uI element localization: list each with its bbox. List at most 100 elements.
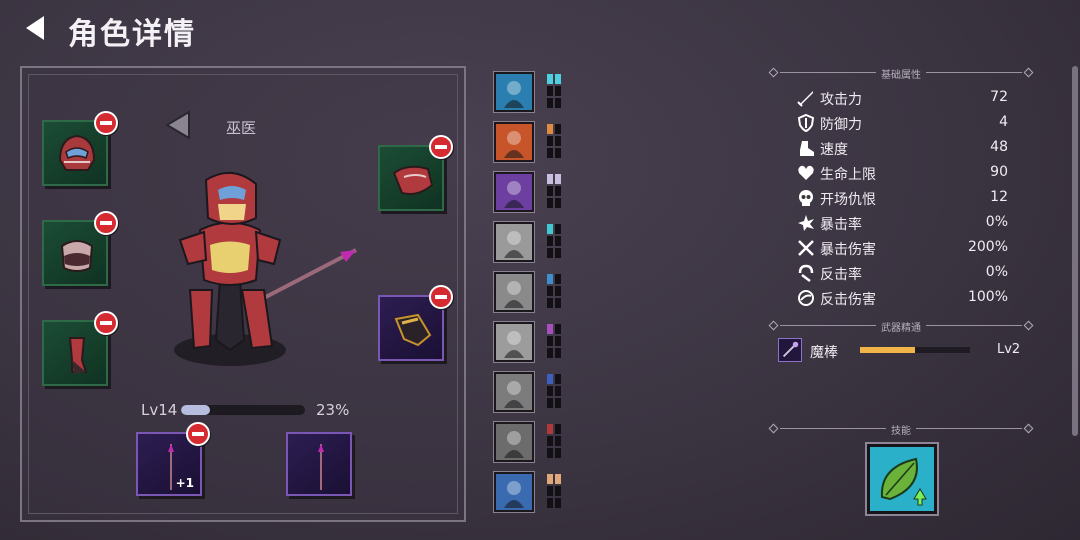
- leaf-upgrade-skill-icon[interactable]: [867, 444, 937, 514]
- mastery-section-header: 武器精通: [768, 319, 1034, 334]
- stat-value: 48: [990, 139, 1008, 155]
- skill-pip: [547, 498, 553, 508]
- stat-row: 暴击伤害 200%: [796, 237, 1010, 259]
- helmet-icon: [58, 134, 96, 171]
- remove-weapon-button[interactable]: [186, 422, 210, 446]
- xp-bar: [181, 405, 305, 415]
- skill-pip: [555, 224, 561, 234]
- skill-pip: [555, 236, 561, 246]
- class-name: 巫医: [226, 119, 257, 137]
- mastery-progress-bar: [860, 347, 970, 353]
- stat-value: 200%: [967, 239, 1008, 255]
- stat-name: 暴击伤害: [820, 242, 876, 258]
- mastery-progress-fill: [860, 347, 915, 353]
- shadow-dash-skill-icon[interactable]: [494, 222, 534, 262]
- skill-pip: [555, 486, 561, 496]
- skill-pips: [547, 324, 563, 360]
- skill-pip: [547, 486, 553, 496]
- mastery-section-title: 武器精通: [881, 323, 921, 334]
- skills-section-header: 技能: [768, 422, 1034, 437]
- beast-roar-skill-icon[interactable]: [494, 272, 534, 312]
- stat-row: 速度 48: [796, 137, 1010, 159]
- skill-pip: [547, 348, 553, 358]
- skill-pip: [555, 124, 561, 134]
- skill-pip: [547, 274, 553, 284]
- remove-shoulder-button[interactable]: [429, 135, 453, 159]
- purple-slash-skill-icon[interactable]: [494, 172, 534, 212]
- stat-name: 反击伤害: [820, 292, 876, 308]
- skill-pip: [555, 348, 561, 358]
- skill-pip: [555, 186, 561, 196]
- skill-pip: [555, 198, 561, 208]
- level-label: Lv14: [141, 401, 178, 419]
- skill-pip: [547, 98, 553, 108]
- stat-name: 暴击率: [820, 217, 862, 233]
- hooded-figure-skill-icon[interactable]: [494, 372, 534, 412]
- skill-pip: [555, 74, 561, 84]
- counter-icon: [798, 264, 814, 282]
- skill-pips: [547, 274, 563, 310]
- skill-pip: [555, 324, 561, 334]
- wand-icon: [778, 338, 802, 362]
- skill-pip: [555, 274, 561, 284]
- remove-helmet-button[interactable]: [94, 111, 118, 135]
- warrior-skill-icon[interactable]: [494, 72, 534, 112]
- remove-legs-button[interactable]: [94, 311, 118, 335]
- skill-pip: [547, 436, 553, 446]
- skill-pip: [547, 336, 553, 346]
- skill-pip: [555, 136, 561, 146]
- left-triangle-icon: [165, 110, 190, 140]
- stone-face-skill-icon[interactable]: [494, 322, 534, 362]
- shoulder-armor-icon: [392, 165, 434, 195]
- skill-pip: [547, 398, 553, 408]
- skill-pip: [555, 386, 561, 396]
- skill-pip: [547, 174, 553, 184]
- enhance-level: +1: [175, 476, 194, 490]
- remove-gloves-button[interactable]: [429, 285, 453, 309]
- stat-row: 生命上限 90: [796, 162, 1010, 184]
- skill-pips: [547, 174, 563, 210]
- fire-sword-skill-icon[interactable]: [494, 122, 534, 162]
- previous-class-button[interactable]: [165, 110, 191, 140]
- scrollbar[interactable]: [1072, 66, 1078, 436]
- stats-section-header: 基础属性: [768, 66, 1034, 81]
- remove-chest-button[interactable]: [94, 211, 118, 235]
- stat-name: 攻击力: [820, 92, 862, 108]
- heart-icon: [798, 165, 814, 180]
- skull-icon: [799, 190, 813, 206]
- stats-section-title: 基础属性: [881, 70, 921, 81]
- stat-row: 开场仇恨 12: [796, 187, 1010, 209]
- stat-value: 90: [990, 164, 1008, 180]
- back-arrow-icon[interactable]: [22, 14, 50, 42]
- stat-name: 防御力: [820, 117, 862, 133]
- skill-pip: [547, 148, 553, 158]
- stat-row: 反击率 0%: [796, 262, 1010, 284]
- boot-icon: [800, 141, 814, 156]
- skill-pips: [547, 474, 563, 510]
- skill-pips: [547, 124, 563, 160]
- skill-pip: [547, 224, 553, 234]
- weapon-slot-2[interactable]: [286, 432, 352, 496]
- orb-skill-icon[interactable]: [494, 472, 534, 512]
- mastery-level: Lv2: [997, 342, 1021, 357]
- skill-pip: [547, 124, 553, 134]
- demon-skill-icon[interactable]: [494, 422, 534, 462]
- skill-pip: [547, 198, 553, 208]
- skill-pip: [555, 336, 561, 346]
- skill-pip: [547, 86, 553, 96]
- skill-pip: [555, 436, 561, 446]
- hero-portrait: [160, 160, 370, 370]
- skill-pip: [547, 374, 553, 384]
- skill-pip: [547, 236, 553, 246]
- skill-pip: [555, 98, 561, 108]
- skill-pip: [555, 86, 561, 96]
- stat-value: 12: [990, 189, 1008, 205]
- skill-pip: [547, 324, 553, 334]
- stat-value: 0%: [985, 214, 1008, 230]
- stat-value: 72: [990, 89, 1008, 105]
- crit-burst-icon: [798, 215, 814, 231]
- skill-pip: [555, 424, 561, 434]
- stat-name: 速度: [820, 142, 848, 158]
- skill-pips: [547, 74, 563, 110]
- page-title: 角色详情: [68, 17, 196, 52]
